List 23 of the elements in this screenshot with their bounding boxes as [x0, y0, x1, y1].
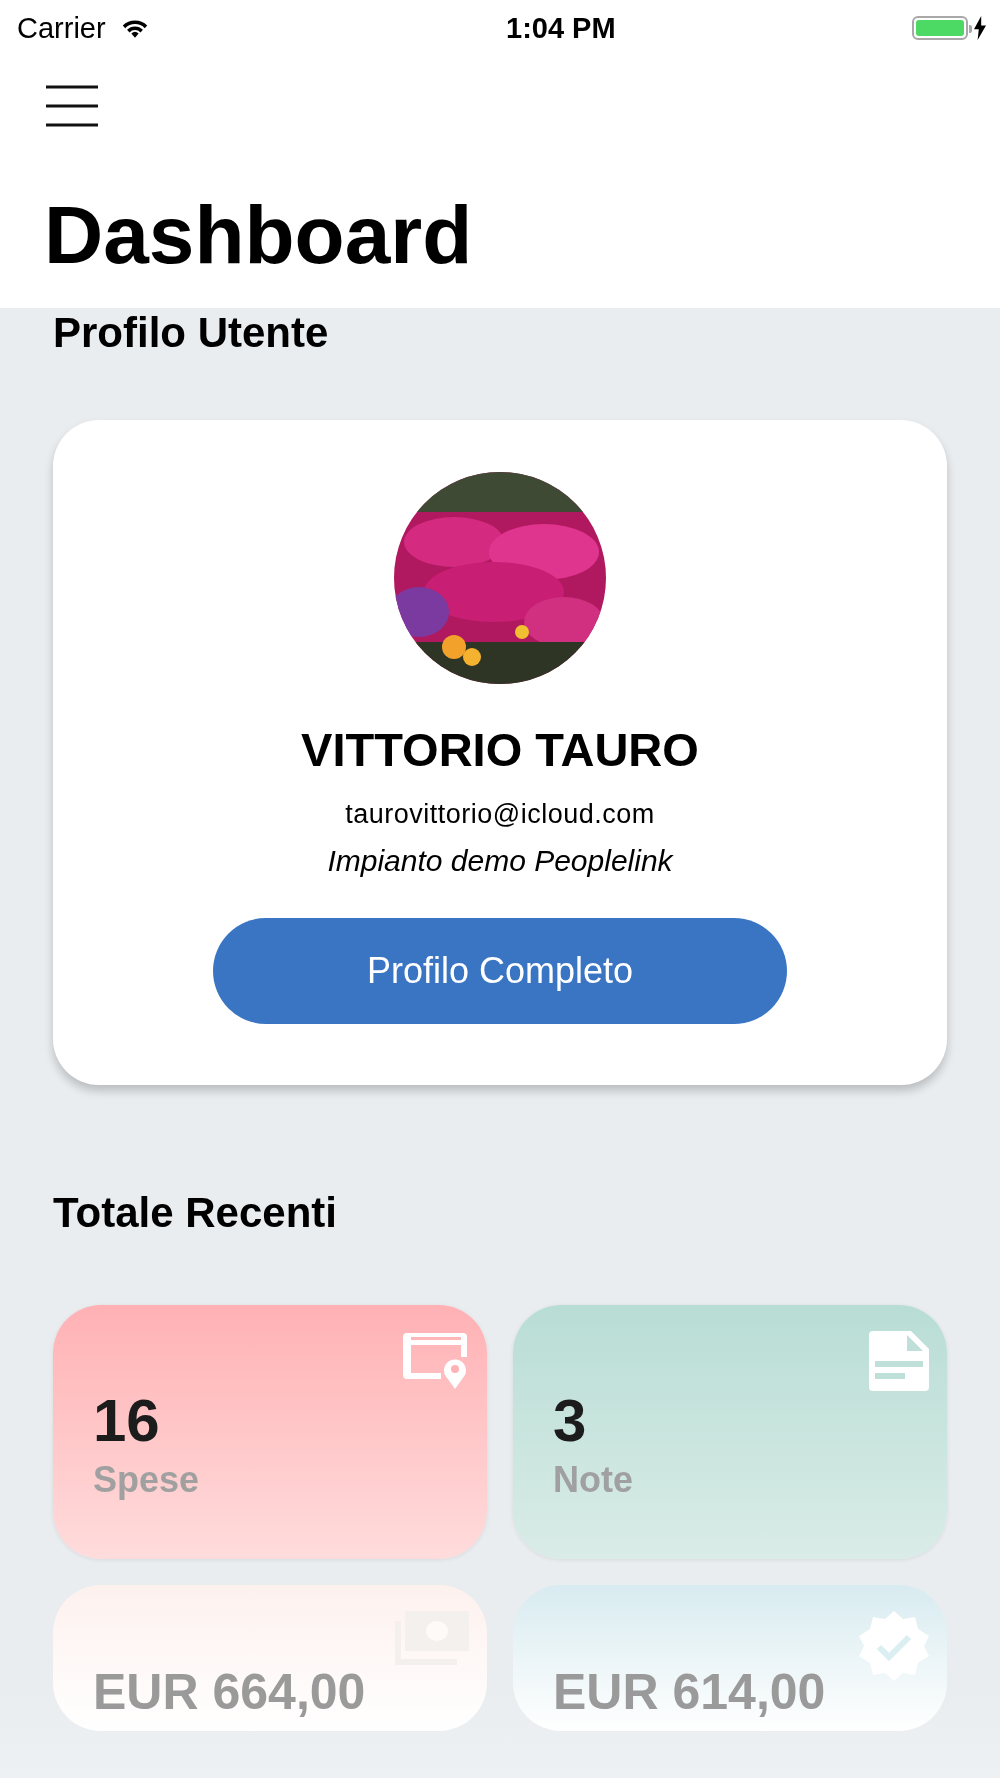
- company-name: Impianto demo Peoplelink: [327, 844, 673, 879]
- tile-label: Spese: [93, 1458, 201, 1501]
- section-heading: Totale Recenti: [53, 1188, 338, 1239]
- document-icon: [869, 1330, 929, 1391]
- badge-check-icon: [859, 1610, 929, 1681]
- card-pin-icon: [403, 1330, 469, 1389]
- summary-tile[interactable]: EUR 614,00: [513, 1584, 947, 1731]
- summary-tile[interactable]: EUR 664,00: [53, 1584, 487, 1731]
- user-name: VITTORIO TAURO: [301, 722, 699, 778]
- summary-tile[interactable]: 3 Note: [513, 1304, 947, 1559]
- user-email: taurovittorio@icloud.com: [345, 799, 655, 831]
- tile-value: EUR 664,00: [93, 1666, 367, 1717]
- profile-button[interactable]: Profilo Completo: [213, 918, 787, 1025]
- tile-label: Note: [553, 1458, 634, 1501]
- section-heading: Profilo Utente: [53, 308, 330, 358]
- tile-value: EUR 614,00: [553, 1666, 827, 1717]
- tile-value: 3: [553, 1390, 588, 1451]
- summary-tile[interactable]: 16 Spese: [53, 1304, 487, 1559]
- page-title: Dashboard: [44, 194, 474, 276]
- menu-button[interactable]: [44, 84, 100, 128]
- tile-value: 16: [93, 1390, 161, 1451]
- status-time: 1:04 PM: [506, 11, 616, 45]
- carrier-name: Carrier: [17, 11, 106, 45]
